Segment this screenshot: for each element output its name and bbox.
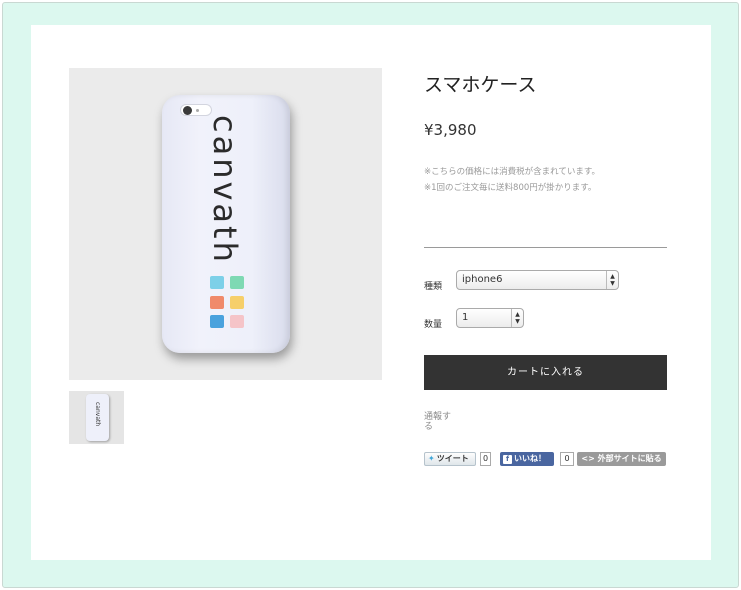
tax-note: ※こちらの価格には消費税が含まれています。 <box>424 167 601 177</box>
type-select-value: iphone6 <box>462 274 503 285</box>
logo-tile <box>210 295 224 309</box>
thumbnail-brand-text: canvath <box>94 402 101 427</box>
tweet-count: 0 <box>480 452 491 466</box>
type-label: 種類 <box>424 282 443 292</box>
logo-tile <box>230 295 244 309</box>
like-label: いいね！ <box>514 454 546 463</box>
logo-tile <box>230 315 244 329</box>
report-link[interactable]: 通報する <box>424 412 452 432</box>
case-brand-text: canvath <box>206 115 244 265</box>
logo-tile <box>210 315 224 329</box>
quantity-select-value: 1 <box>462 312 469 323</box>
like-count: 0 <box>560 452 574 466</box>
quantity-select[interactable]: 1 ▲ ▼ <box>456 308 524 328</box>
product-thumbnail[interactable]: canvath <box>69 391 124 444</box>
logo-tile <box>230 276 244 289</box>
add-to-cart-button[interactable]: カートに入れる <box>424 355 667 390</box>
product-main-image[interactable]: canvath <box>69 68 382 380</box>
updown-arrows-icon: ▲ ▼ <box>606 271 618 289</box>
facebook-f-icon: f <box>503 455 512 464</box>
logo-tiles <box>210 276 244 330</box>
tweet-button[interactable]: ✦ ツイート <box>424 452 476 466</box>
thumbnail-phone-image: canvath <box>86 394 109 441</box>
embed-button[interactable]: <> 外部サイトに貼る <box>577 452 666 466</box>
quantity-label: 数量 <box>424 320 443 330</box>
product-price: ¥3,980 <box>424 121 477 139</box>
twitter-bird-icon: ✦ <box>428 454 435 463</box>
type-select[interactable]: iphone6 ▲ ▼ <box>456 270 619 290</box>
phone-case-image: canvath <box>162 95 290 353</box>
updown-arrows-icon: ▲ ▼ <box>511 309 523 327</box>
shipping-note: ※1回のご注文毎に送料800円が掛かります。 <box>424 183 597 193</box>
product-title: スマホケース <box>424 74 537 96</box>
divider <box>424 247 667 248</box>
like-button[interactable]: f いいね！ <box>500 452 554 466</box>
logo-tile <box>210 276 224 289</box>
tweet-label: ツイート <box>436 454 469 463</box>
